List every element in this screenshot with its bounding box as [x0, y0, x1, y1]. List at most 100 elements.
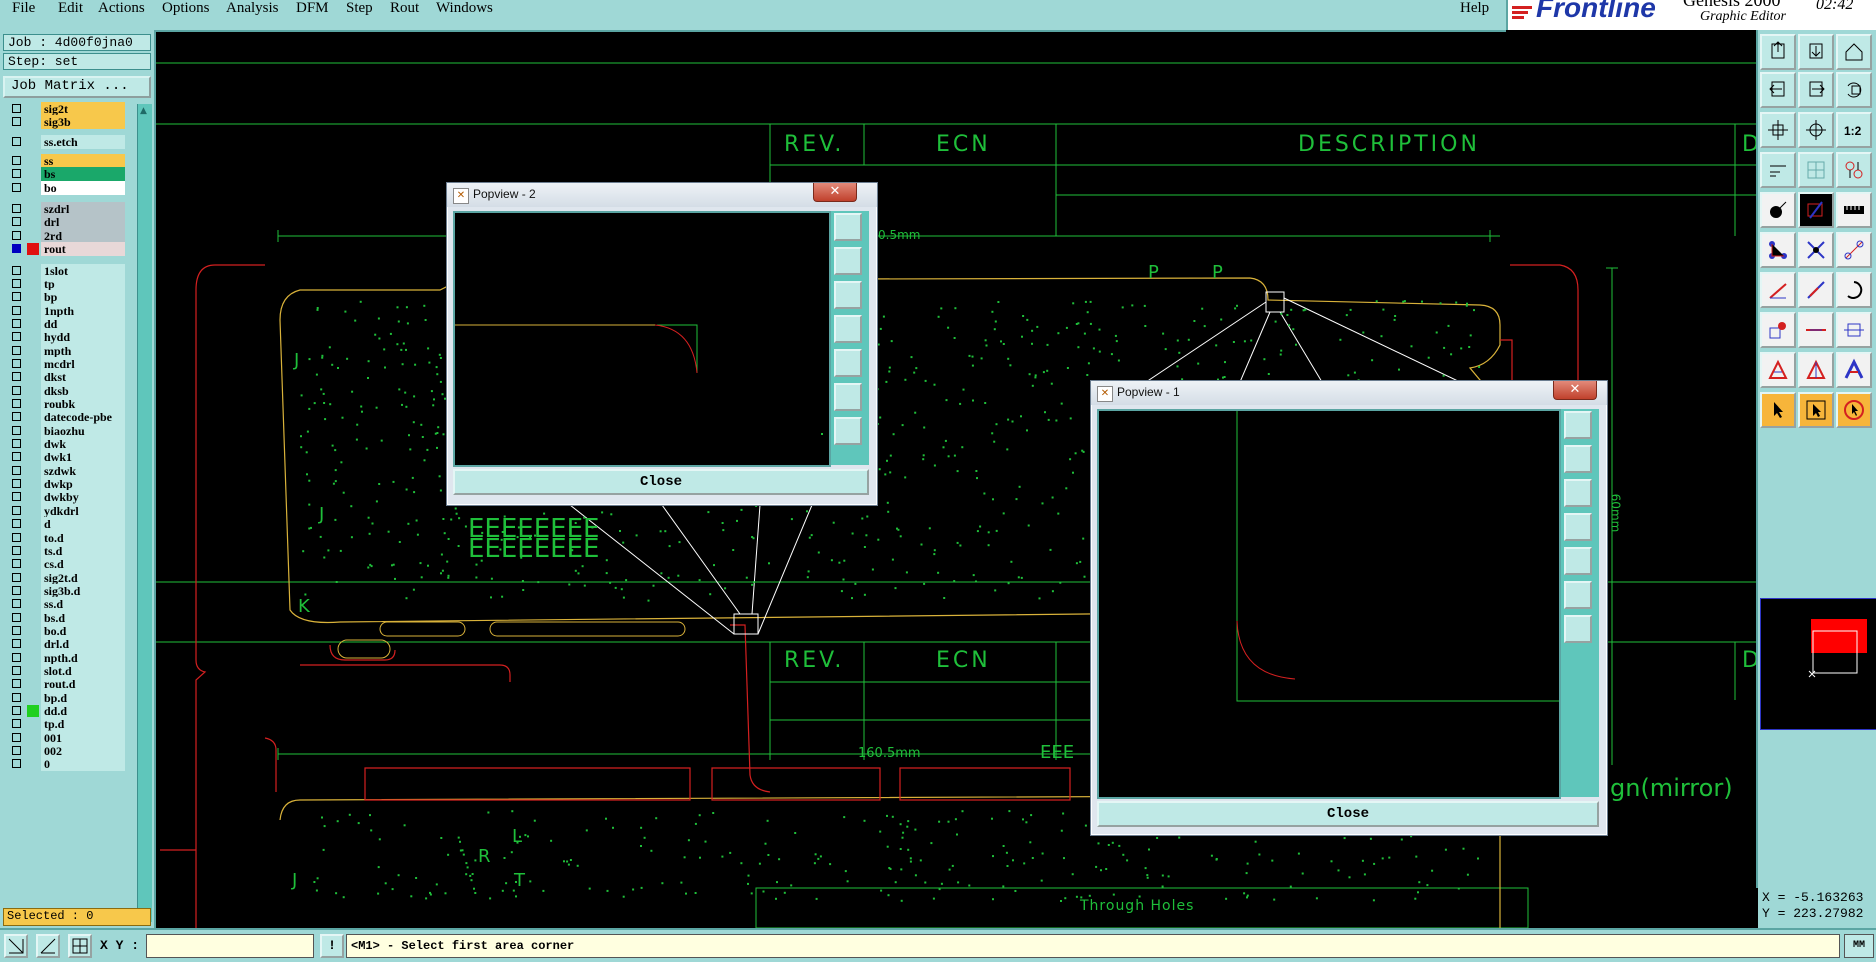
pan-left-icon[interactable]	[1760, 72, 1796, 108]
layer-name[interactable]: datecode-pbe	[41, 410, 125, 425]
layer-name[interactable]: ydkdrl	[41, 503, 125, 518]
layer-checkbox[interactable]	[12, 639, 21, 649]
layer-name[interactable]: dwk	[41, 437, 125, 452]
layer-name[interactable]: d	[41, 517, 125, 532]
popview-2-close-button[interactable]: Close	[453, 469, 869, 495]
layer-row[interactable]: drl.d	[3, 637, 125, 652]
layer-row[interactable]: bo	[3, 180, 125, 195]
redraw-icon[interactable]	[1836, 72, 1872, 108]
pop2-pan-left-icon[interactable]	[834, 315, 862, 343]
layer-name[interactable]: bs	[41, 167, 125, 182]
layer-checkbox[interactable]	[12, 559, 21, 569]
slash-icon[interactable]	[1798, 272, 1834, 308]
menu-windows[interactable]: Windows	[436, 0, 493, 17]
select-area-icon[interactable]	[1798, 192, 1834, 228]
layer-checkbox[interactable]	[12, 318, 21, 328]
zoom-1-2-icon[interactable]: 1:2	[1836, 112, 1872, 148]
pan-right-icon[interactable]	[1798, 72, 1834, 108]
layer-name[interactable]: slot.d	[41, 664, 125, 678]
popview-2-screen[interactable]	[453, 211, 831, 467]
layer-checkbox[interactable]	[12, 599, 21, 609]
layer-checkbox[interactable]	[12, 759, 21, 769]
layer-name[interactable]: ss	[41, 154, 125, 169]
layer-name[interactable]: dwk1	[41, 450, 125, 465]
layer-checkbox[interactable]	[12, 244, 21, 254]
layer-checkbox[interactable]	[12, 425, 21, 435]
layer-row[interactable]: 2rd	[3, 228, 125, 243]
menu-dfm[interactable]: DFM	[296, 0, 329, 17]
menu-file[interactable]: File	[12, 0, 35, 17]
layer-name[interactable]: to.d	[41, 530, 125, 545]
layer-row[interactable]: 1npth	[3, 303, 125, 318]
layer-name[interactable]: 001	[41, 730, 125, 745]
layer-name[interactable]: bs.d	[41, 610, 125, 625]
pop1-pan-right-icon[interactable]	[1564, 547, 1592, 575]
layer-row[interactable]: szdrl	[3, 202, 125, 217]
ruler-icon[interactable]	[1836, 192, 1872, 228]
triangle-a-icon[interactable]	[1836, 352, 1872, 388]
layer-row[interactable]: 002	[3, 744, 125, 759]
layer-checkbox[interactable]	[12, 156, 21, 166]
layer-name[interactable]: hydd	[41, 330, 125, 345]
layer-row[interactable]: tp.d	[3, 717, 125, 732]
layer-row[interactable]: ss	[3, 154, 125, 169]
layer-checkbox[interactable]	[12, 666, 21, 675]
layer-name[interactable]: tp.d	[41, 717, 125, 732]
layer-row[interactable]: bo.d	[3, 623, 125, 638]
layer-checkbox[interactable]	[12, 230, 21, 240]
layer-checkbox[interactable]	[12, 505, 21, 515]
layer-checkbox[interactable]	[12, 136, 21, 146]
layer-row[interactable]: hydd	[3, 330, 125, 345]
layer-name[interactable]: tp	[41, 276, 125, 291]
layer-checkbox[interactable]	[12, 706, 21, 716]
execute-button[interactable]: !	[320, 934, 344, 958]
cross-icon[interactable]	[1798, 232, 1834, 268]
layer-name[interactable]: 1slot	[41, 263, 125, 278]
layer-checkbox[interactable]	[12, 465, 21, 475]
layer-row[interactable]: biaozhu	[3, 423, 125, 438]
units-toggle[interactable]: MM	[1844, 934, 1874, 958]
layer-row[interactable]: sig2t.d	[3, 570, 125, 585]
layer-checkbox[interactable]	[12, 692, 21, 702]
layer-row[interactable]: ss.d	[3, 597, 125, 612]
layer-name[interactable]: dkst	[41, 370, 125, 385]
horizontal-line-icon[interactable]	[1798, 312, 1834, 348]
layer-row[interactable]: rout.d	[3, 677, 125, 692]
layer-checkbox[interactable]	[12, 169, 21, 179]
pointer-icon[interactable]	[1760, 392, 1796, 428]
layer-name[interactable]: dwkp	[41, 477, 125, 492]
layer-checkbox[interactable]	[12, 332, 21, 342]
layer-checkbox[interactable]	[12, 612, 21, 622]
move-icon[interactable]	[1760, 312, 1796, 348]
layer-list-scrollbar[interactable]: ▲ ▼	[137, 104, 152, 922]
layer-name[interactable]: ts.d	[41, 543, 125, 558]
layer-row[interactable]: dd	[3, 316, 125, 331]
layer-name[interactable]: 002	[41, 744, 125, 759]
layer-name[interactable]: rout	[41, 242, 125, 257]
layer-checkbox[interactable]	[12, 117, 21, 127]
align-icon[interactable]	[1836, 312, 1872, 348]
overview-minimap[interactable]	[1760, 598, 1876, 730]
layer-checkbox[interactable]	[12, 532, 21, 542]
popview-1-screen[interactable]	[1097, 409, 1561, 799]
layer-row[interactable]: tp	[3, 276, 125, 291]
home-up-icon[interactable]	[1760, 34, 1796, 70]
layer-row[interactable]: rout	[3, 242, 125, 257]
zoom-in-icon[interactable]	[1798, 112, 1834, 148]
layer-checkbox[interactable]	[12, 104, 21, 113]
zoom-fit-icon[interactable]	[1760, 112, 1796, 148]
layer-name[interactable]: dd.d	[41, 704, 125, 719]
snap-mode-icon[interactable]	[4, 934, 28, 958]
pop1-pan-down-icon[interactable]	[1564, 479, 1592, 507]
menu-help[interactable]: Help	[1460, 0, 1489, 17]
arc-icon[interactable]	[1836, 272, 1872, 308]
layer-row[interactable]: 0	[3, 757, 125, 772]
layer-row[interactable]: d	[3, 517, 125, 532]
xy-input[interactable]	[146, 934, 314, 958]
layer-row[interactable]: sig3b	[3, 115, 125, 130]
menu-options[interactable]: Options	[162, 0, 210, 17]
snap-icon[interactable]	[1836, 152, 1872, 188]
layer-name[interactable]: szdwk	[41, 463, 125, 478]
menu-analysis[interactable]: Analysis	[226, 0, 279, 17]
grid-snap-icon[interactable]	[68, 934, 92, 958]
